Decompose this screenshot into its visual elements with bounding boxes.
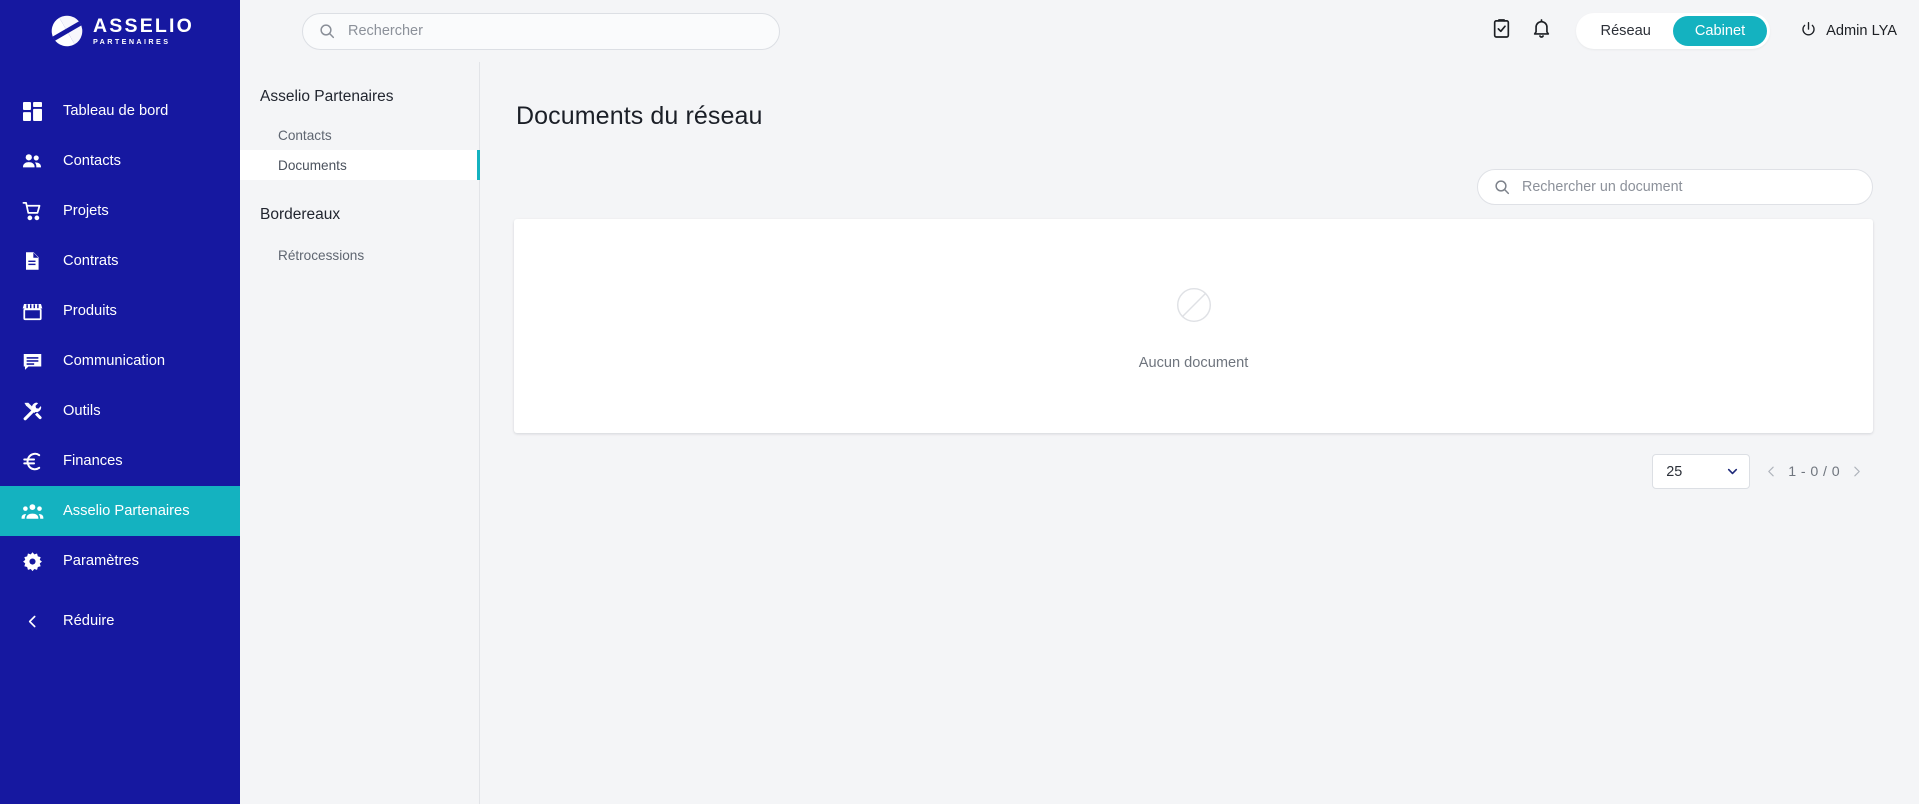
sidebar-collapse-label: Réduire (63, 613, 115, 629)
sidebar-item-label: Contacts (63, 153, 121, 169)
gear-icon (19, 548, 45, 574)
sidebar-item-label: Asselio Partenaires (63, 503, 190, 519)
document-search-row (514, 169, 1873, 205)
sidebar-item-contacts[interactable]: Contacts (0, 136, 240, 186)
euro-icon (19, 448, 45, 474)
sidebar-collapse-button[interactable]: Réduire (0, 596, 240, 646)
subnav-group-title: Bordereaux (260, 206, 341, 223)
scope-option-cabinet[interactable]: Cabinet (1672, 16, 1768, 46)
sidebar-item-outils[interactable]: Outils (0, 386, 240, 436)
content-pane: Documents du réseau Rechercher un docume… (480, 62, 1919, 804)
pagination-next-button[interactable] (1850, 465, 1863, 478)
tasks-button[interactable] (1482, 11, 1522, 51)
sidebar-item-tableau-de-bord[interactable]: Tableau de bord (0, 86, 240, 136)
secondary-sidebar: Asselio Partenaires Contacts Documents B… (240, 62, 480, 804)
document-search[interactable] (1477, 169, 1873, 205)
sidebar-item-label: Tableau de bord (63, 103, 169, 119)
pagination-prev-button[interactable] (1765, 465, 1778, 478)
pagination-range: 1 - 0 / 0 (1788, 463, 1840, 480)
sidebar-nav: Tableau de bord Contacts Projets Contrat… (0, 86, 240, 646)
asselio-logo-icon (51, 15, 83, 47)
sidebar-item-label: Communication (63, 353, 166, 369)
cart-icon (19, 198, 45, 224)
global-search[interactable] (302, 12, 780, 50)
subnav-item-contacts[interactable]: Contacts (240, 120, 479, 150)
subnav-item-retrocessions[interactable]: Rétrocessions (240, 240, 479, 270)
brand-name: ASSELIO (93, 14, 194, 37)
page-size-value: 25 (1666, 463, 1683, 480)
store-icon (19, 298, 45, 324)
subnav-item-label: Contacts (278, 127, 332, 143)
dashboard-icon (19, 98, 45, 124)
pagination-nav: 1 - 0 / 0 (1765, 464, 1863, 480)
pagination: 25 1 - 0 / 0 (514, 454, 1873, 489)
document-search-input[interactable] (1522, 179, 1856, 195)
sidebar-item-projets[interactable]: Projets (0, 186, 240, 236)
user-menu[interactable]: Admin LYA (1800, 21, 1897, 42)
main-area: Réseau Cabinet Admin LYA A (240, 0, 1919, 804)
empty-state-message: Aucun document (1138, 354, 1249, 371)
app-root: ASSELIO PARTENAIRES Tableau de bord Cont… (0, 0, 1919, 804)
subnav-item-label: Rétrocessions (278, 247, 365, 263)
sidebar-item-contrats[interactable]: Contrats (0, 236, 240, 286)
brand-tagline: PARTENAIRES (93, 37, 171, 47)
subnav-item-documents[interactable]: Documents (240, 150, 480, 180)
page-size-select[interactable]: 25 (1652, 454, 1751, 489)
document-icon (19, 248, 45, 274)
scope-toggle: Réseau Cabinet (1575, 13, 1771, 49)
topbar: Réseau Cabinet Admin LYA (240, 0, 1919, 62)
chevron-down-icon (1726, 465, 1739, 478)
page-title: Documents du réseau (516, 102, 763, 130)
sidebar-item-label: Contrats (63, 253, 119, 269)
sidebar-item-finances[interactable]: Finances (0, 436, 240, 486)
sidebar-item-label: Projets (63, 203, 109, 219)
empty-circle-slash-icon (1171, 282, 1217, 333)
chevron-left-icon (19, 608, 45, 634)
sidebar-item-communication[interactable]: Communication (0, 336, 240, 386)
subnav-group-title: Asselio Partenaires (260, 88, 394, 105)
user-name: Admin LYA (1826, 23, 1897, 39)
power-icon (1800, 21, 1817, 42)
notifications-button[interactable] (1522, 11, 1562, 51)
group-icon (19, 498, 45, 524)
brand-logo[interactable]: ASSELIO PARTENAIRES (0, 0, 240, 62)
bell-icon (1531, 18, 1552, 44)
primary-sidebar: ASSELIO PARTENAIRES Tableau de bord Cont… (0, 0, 240, 804)
sidebar-item-label: Produits (63, 303, 117, 319)
tools-icon (19, 398, 45, 424)
documents-card: Aucun document (514, 219, 1873, 433)
sidebar-item-produits[interactable]: Produits (0, 286, 240, 336)
contacts-icon (19, 148, 45, 174)
sidebar-item-asselio-partenaires[interactable]: Asselio Partenaires (0, 486, 240, 536)
scope-option-reseau[interactable]: Réseau (1579, 16, 1673, 46)
sidebar-item-label: Paramètres (63, 553, 139, 569)
clipboard-check-icon (1491, 18, 1512, 44)
sidebar-item-label: Outils (63, 403, 101, 419)
sidebar-item-label: Finances (63, 453, 123, 469)
sidebar-item-parametres[interactable]: Paramètres (0, 536, 240, 586)
search-icon (319, 23, 335, 39)
search-input[interactable] (348, 23, 763, 39)
body-split: Asselio Partenaires Contacts Documents B… (240, 62, 1919, 804)
message-icon (19, 348, 45, 374)
search-icon (1494, 179, 1510, 195)
topbar-actions: Réseau Cabinet Admin LYA (1482, 11, 1897, 51)
brand-wordmark: ASSELIO PARTENAIRES (93, 14, 194, 47)
subnav-item-label: Documents (278, 157, 347, 173)
